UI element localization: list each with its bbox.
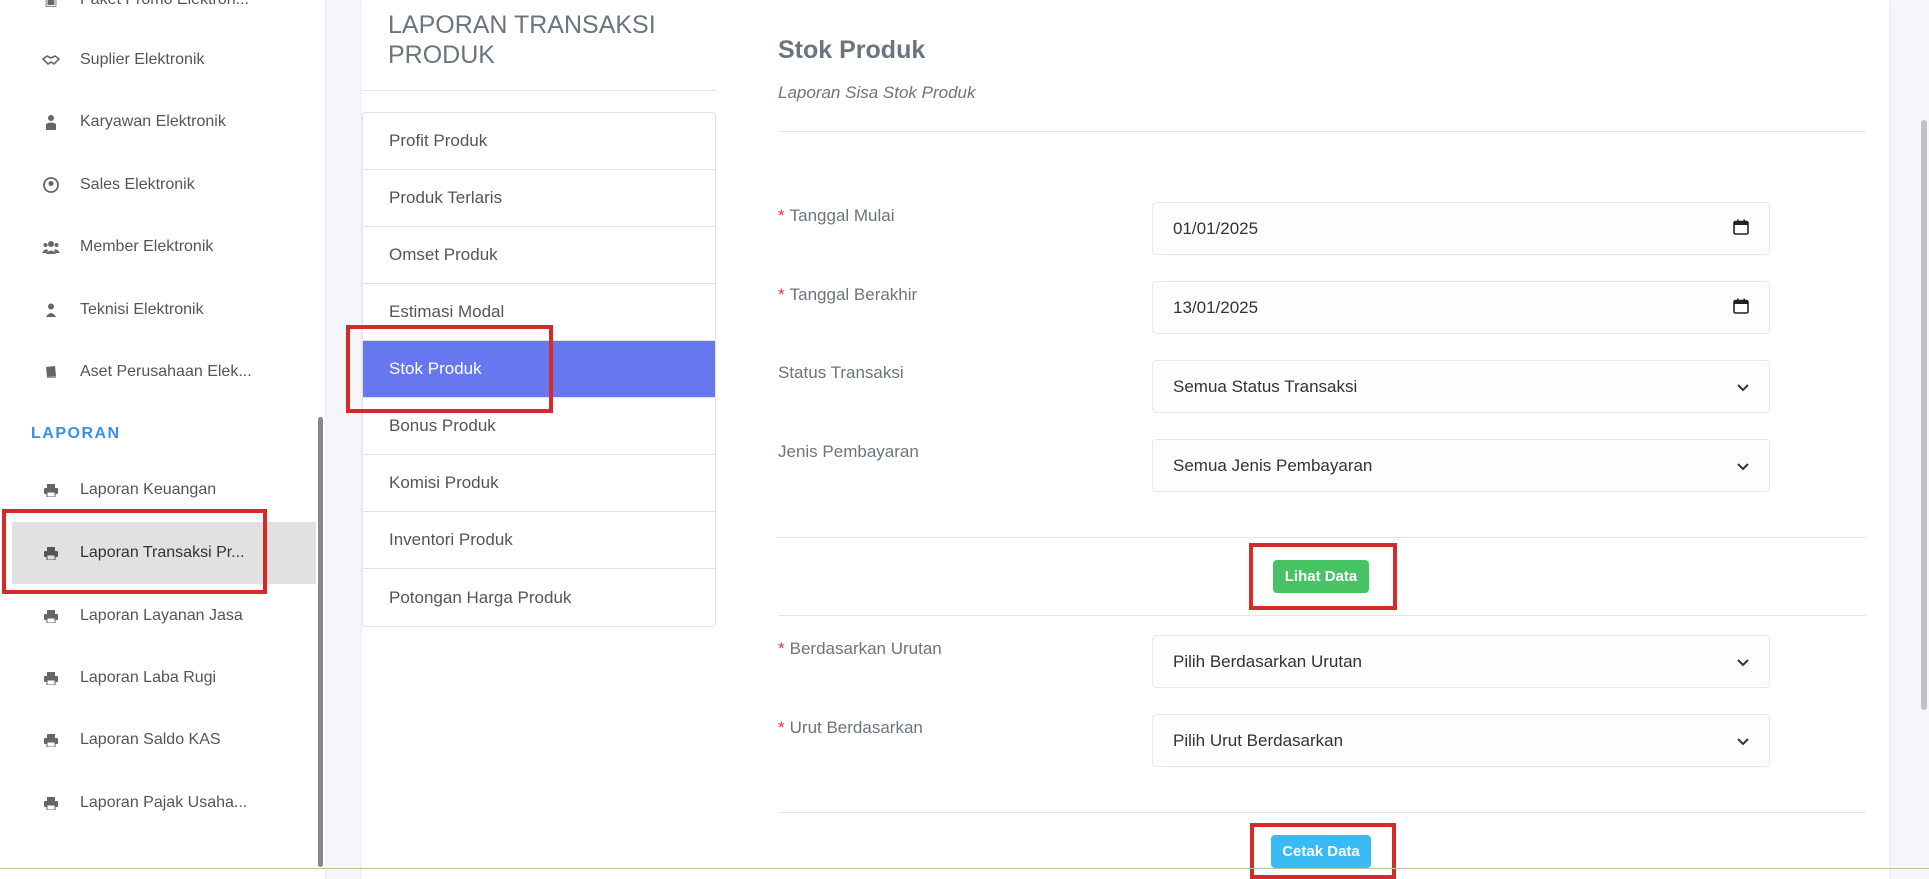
report-card: LAPORAN TRANSAKSI PRODUK Profit Produk P… <box>362 0 1889 879</box>
label-text: Tanggal Mulai <box>789 206 895 225</box>
printer-icon <box>42 481 60 499</box>
page-scrollbar[interactable] <box>1921 120 1927 710</box>
sidebar-item-label: Teknisi Elektronik <box>80 301 204 318</box>
order-value: Pilih Urut Berdasarkan <box>1173 730 1344 750</box>
report-menu-item-potongan-harga-produk[interactable]: Potongan Harga Produk <box>363 569 715 626</box>
end-date-input[interactable]: 13/01/2025 <box>1152 281 1770 334</box>
sidebar-item-laporan-pajak-usaha[interactable]: Laporan Pajak Usaha... <box>0 772 316 834</box>
sidebar-item-label: Laporan Keuangan <box>80 481 217 498</box>
sort-by-value: Pilih Berdasarkan Urutan <box>1173 651 1362 671</box>
sidebar-scrollbar[interactable] <box>318 417 323 867</box>
sidebar-item-label: Laporan Pajak Usaha... <box>80 794 248 811</box>
payment-select[interactable]: Semua Jenis Pembayaran <box>1152 439 1770 492</box>
sidebar-item-label: Member Elektronik <box>80 238 214 255</box>
order-label: * Urut Berdasarkan <box>778 718 923 738</box>
report-menu-list: Profit Produk Produk Terlaris Omset Prod… <box>362 112 716 627</box>
status-select[interactable]: Semua Status Transaksi <box>1152 360 1770 413</box>
required-mark: * <box>778 639 785 658</box>
sidebar-item-laporan-laba-rugi[interactable]: Laporan Laba Rugi <box>0 647 316 709</box>
start-date-value: 01/01/2025 <box>1173 218 1259 238</box>
payment-label: Jenis Pembayaran <box>778 442 919 461</box>
required-mark: * <box>778 718 785 737</box>
sort-by-label: * Berdasarkan Urutan <box>778 639 942 659</box>
report-menu-title: LAPORAN TRANSAKSI PRODUK <box>388 11 656 69</box>
report-menu-item-stok-produk[interactable]: Stok Produk <box>363 341 715 398</box>
sidebar-item-label: Laporan Transaksi Pr... <box>80 544 245 561</box>
main-content: LAPORAN TRANSAKSI PRODUK Profit Produk P… <box>326 0 1929 879</box>
chevron-down-icon <box>1737 733 1749 749</box>
end-date-value: 13/01/2025 <box>1173 297 1259 317</box>
sidebar-item-sales[interactable]: Sales Elektronik <box>0 154 316 216</box>
box-icon: ▣ <box>42 0 60 9</box>
label-text: Berdasarkan Urutan <box>789 639 942 658</box>
book-icon <box>42 363 60 381</box>
sidebar-item-laporan-saldo-kas[interactable]: Laporan Saldo KAS <box>0 709 316 771</box>
printer-icon <box>42 794 60 812</box>
sort-by-select[interactable]: Pilih Berdasarkan Urutan <box>1152 635 1770 688</box>
required-mark: * <box>778 285 785 304</box>
required-mark: * <box>778 206 785 225</box>
sidebar-item-laporan-keuangan[interactable]: Laporan Keuangan <box>0 459 316 521</box>
printer-icon <box>42 669 60 687</box>
label-text: Urut Berdasarkan <box>789 718 923 737</box>
calendar-icon[interactable] <box>1733 219 1749 238</box>
chevron-down-icon <box>1737 654 1749 670</box>
users-icon <box>42 238 60 256</box>
sidebar-item-label: Laporan Laba Rugi <box>80 669 217 686</box>
sidebar-item-label: Laporan Saldo KAS <box>80 731 221 748</box>
sidebar-item-laporan-layanan-jasa[interactable]: Laporan Layanan Jasa <box>0 585 316 647</box>
report-menu-item-estimasi-modal[interactable]: Estimasi Modal <box>363 284 715 341</box>
printer-icon <box>42 607 60 625</box>
section-title: Stok Produk <box>778 36 926 64</box>
divider <box>778 537 1866 538</box>
sidebar-item-member[interactable]: Member Elektronik <box>0 216 316 278</box>
sidebar-item-aset[interactable]: Aset Perusahaan Elek... <box>0 341 316 403</box>
divider <box>362 90 716 91</box>
status-value: Semua Status Transaksi <box>1173 376 1358 396</box>
sidebar-section-header: LAPORAN <box>31 425 121 442</box>
label-text: Tanggal Berakhir <box>789 285 918 304</box>
payment-value: Semua Jenis Pembayaran <box>1173 455 1373 475</box>
report-menu-item-profit-produk[interactable]: Profit Produk <box>363 113 715 170</box>
status-label: Status Transaksi <box>778 363 904 382</box>
order-select[interactable]: Pilih Urut Berdasarkan <box>1152 714 1770 767</box>
print-data-button[interactable]: Cetak Data <box>1271 835 1371 868</box>
sidebar-item-suplier[interactable]: Suplier Elektronik <box>0 29 316 91</box>
section-subtitle: Laporan Sisa Stok Produk <box>778 83 976 102</box>
divider <box>778 131 1866 132</box>
sidebar-item-label: Sales Elektronik <box>80 176 195 193</box>
user-tie-icon <box>42 113 60 131</box>
divider <box>778 615 1866 616</box>
start-date-label: * Tanggal Mulai <box>778 206 895 226</box>
report-menu-item-inventori-produk[interactable]: Inventori Produk <box>363 512 715 569</box>
sidebar-item-karyawan[interactable]: Karyawan Elektronik <box>0 91 316 153</box>
sidebar-item-label: Karyawan Elektronik <box>80 113 226 130</box>
divider <box>778 812 1866 813</box>
sidebar-item-laporan-transaksi-produk[interactable]: Laporan Transaksi Pr... <box>12 522 316 584</box>
sidebar-item-paket-promo[interactable]: ▣ Paket Promo Elektron... <box>0 0 316 31</box>
sidebar-item-teknisi[interactable]: Teknisi Elektronik <box>0 279 316 341</box>
start-date-input[interactable]: 01/01/2025 <box>1152 202 1770 255</box>
printer-icon <box>42 731 60 749</box>
view-data-button[interactable]: Lihat Data <box>1273 560 1369 593</box>
divider <box>0 868 1929 869</box>
sidebar-item-label: Paket Promo Elektron... <box>80 0 249 9</box>
handshake-icon <box>42 51 60 69</box>
sidebar-item-label: Suplier Elektronik <box>80 51 205 68</box>
sidebar-item-label: Aset Perusahaan Elek... <box>80 363 252 380</box>
sidebar: ▣ Paket Promo Elektron... Suplier Elektr… <box>0 0 326 879</box>
report-menu-item-omset-produk[interactable]: Omset Produk <box>363 227 715 284</box>
printer-icon <box>42 544 60 562</box>
report-menu-item-produk-terlaris[interactable]: Produk Terlaris <box>363 170 715 227</box>
report-menu-item-komisi-produk[interactable]: Komisi Produk <box>363 455 715 512</box>
user-icon <box>42 301 60 319</box>
report-menu-item-bonus-produk[interactable]: Bonus Produk <box>363 398 715 455</box>
user-circle-icon <box>42 176 60 194</box>
sidebar-item-label: Laporan Layanan Jasa <box>80 607 243 624</box>
calendar-icon[interactable] <box>1733 298 1749 317</box>
end-date-label: * Tanggal Berakhir <box>778 285 917 305</box>
chevron-down-icon <box>1737 458 1749 474</box>
chevron-down-icon <box>1737 379 1749 395</box>
